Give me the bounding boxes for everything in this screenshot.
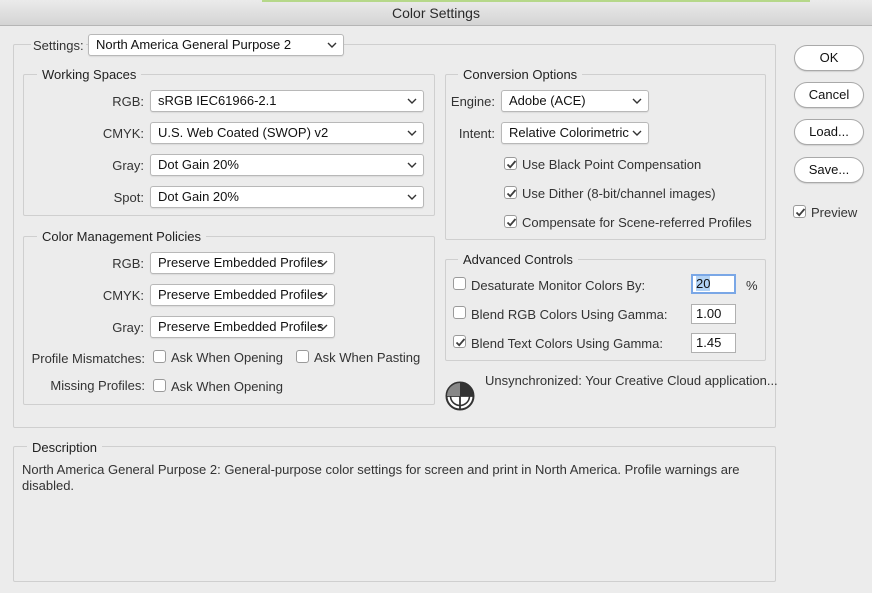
ok-button[interactable]: OK — [794, 45, 864, 71]
cancel-button[interactable]: Cancel — [794, 82, 864, 108]
ws-cmyk-value: U.S. Web Coated (SWOP) v2 — [158, 125, 329, 140]
ws-spot-dropdown[interactable]: Dot Gain 20% — [150, 186, 424, 208]
profile-mismatches-label: Profile Mismatches: — [31, 351, 145, 366]
working-spaces-title: Working Spaces — [37, 67, 142, 82]
ws-gray-value: Dot Gain 20% — [158, 157, 239, 172]
background-window-strip — [262, 0, 810, 2]
policy-cmyk-value: Preserve Embedded Profiles — [158, 287, 324, 302]
dither-checkbox[interactable] — [504, 186, 517, 199]
desaturate-checkbox[interactable] — [453, 277, 466, 290]
checkmark-icon — [506, 218, 517, 227]
blend-text-input[interactable]: 1.45 — [691, 333, 736, 353]
checkmark-icon — [455, 338, 466, 347]
title-bar: Color Settings — [0, 0, 872, 26]
advanced-controls-title: Advanced Controls — [458, 252, 578, 267]
mismatch-ask-pasting-label[interactable]: Ask When Pasting — [314, 350, 420, 365]
chevron-down-icon — [407, 162, 417, 168]
checkmark-icon — [795, 208, 806, 217]
policy-gray-dropdown[interactable]: Preserve Embedded Profiles — [150, 316, 335, 338]
chevron-down-icon — [407, 130, 417, 136]
desaturate-input[interactable]: 20 — [691, 274, 736, 294]
policy-gray-label: Gray: — [112, 320, 144, 335]
black-point-checkbox[interactable] — [504, 157, 517, 170]
blend-text-checkbox[interactable] — [453, 335, 466, 348]
chevron-down-icon — [632, 130, 642, 136]
scene-referred-checkbox[interactable] — [504, 215, 517, 228]
blend-rgb-label[interactable]: Blend RGB Colors Using Gamma: — [471, 307, 668, 322]
engine-value: Adobe (ACE) — [509, 93, 586, 108]
checkmark-icon — [506, 189, 517, 198]
description-title: Description — [27, 440, 103, 455]
blend-rgb-value: 1.00 — [696, 306, 722, 321]
checkmark-icon — [506, 160, 517, 169]
intent-label: Intent: — [458, 126, 495, 141]
window-title: Color Settings — [392, 5, 480, 21]
intent-dropdown[interactable]: Relative Colorimetric — [501, 122, 649, 144]
chevron-down-icon — [327, 42, 337, 48]
ws-spot-label: Spot: — [113, 190, 144, 205]
desaturate-value: 20 — [696, 276, 711, 291]
preview-label[interactable]: Preview — [811, 205, 857, 220]
policy-cmyk-dropdown[interactable]: Preserve Embedded Profiles — [150, 284, 335, 306]
blend-rgb-checkbox[interactable] — [453, 306, 466, 319]
missing-profiles-label: Missing Profiles: — [50, 378, 145, 393]
ws-gray-label: Gray: — [112, 158, 144, 173]
save-button[interactable]: Save... — [794, 157, 864, 183]
blend-text-label[interactable]: Blend Text Colors Using Gamma: — [471, 336, 663, 351]
ws-rgb-value: sRGB IEC61966-2.1 — [158, 93, 277, 108]
blend-text-value: 1.45 — [696, 335, 722, 350]
settings-label: Settings: — [31, 38, 86, 53]
ws-cmyk-label: CMYK: — [102, 126, 144, 141]
chevron-down-icon — [407, 194, 417, 200]
desaturate-label[interactable]: Desaturate Monitor Colors By: — [471, 278, 645, 293]
policy-rgb-value: Preserve Embedded Profiles — [158, 255, 324, 270]
missing-ask-opening-label[interactable]: Ask When Opening — [171, 379, 283, 394]
settings-dropdown[interactable]: North America General Purpose 2 — [88, 34, 344, 56]
chevron-down-icon — [318, 260, 328, 266]
mismatch-ask-opening-label[interactable]: Ask When Opening — [171, 350, 283, 365]
intent-value: Relative Colorimetric — [509, 125, 629, 140]
desaturate-unit: % — [746, 278, 758, 293]
preview-checkbox[interactable] — [793, 205, 806, 218]
sync-status-text: Unsynchronized: Your Creative Cloud appl… — [485, 373, 778, 388]
policy-cmyk-label: CMYK: — [102, 288, 144, 303]
description-text: North America General Purpose 2: General… — [22, 462, 740, 493]
chevron-down-icon — [407, 98, 417, 104]
chevron-down-icon — [318, 292, 328, 298]
engine-label: Engine: — [450, 94, 495, 109]
ws-cmyk-dropdown[interactable]: U.S. Web Coated (SWOP) v2 — [150, 122, 424, 144]
ws-gray-dropdown[interactable]: Dot Gain 20% — [150, 154, 424, 176]
engine-dropdown[interactable]: Adobe (ACE) — [501, 90, 649, 112]
conversion-options-title: Conversion Options — [458, 67, 583, 82]
policy-rgb-label: RGB: — [112, 256, 144, 271]
scene-referred-label[interactable]: Compensate for Scene-referred Profiles — [522, 215, 752, 230]
color-sync-icon — [445, 381, 475, 411]
mismatch-ask-pasting-checkbox[interactable] — [296, 350, 309, 363]
settings-value: North America General Purpose 2 — [96, 37, 292, 52]
policy-gray-value: Preserve Embedded Profiles — [158, 319, 324, 334]
policies-title: Color Management Policies — [37, 229, 206, 244]
ws-rgb-dropdown[interactable]: sRGB IEC61966-2.1 — [150, 90, 424, 112]
dither-label[interactable]: Use Dither (8-bit/channel images) — [522, 186, 716, 201]
black-point-label[interactable]: Use Black Point Compensation — [522, 157, 701, 172]
blend-rgb-input[interactable]: 1.00 — [691, 304, 736, 324]
missing-ask-opening-checkbox[interactable] — [153, 379, 166, 392]
chevron-down-icon — [318, 324, 328, 330]
load-button[interactable]: Load... — [794, 119, 864, 145]
policy-rgb-dropdown[interactable]: Preserve Embedded Profiles — [150, 252, 335, 274]
ws-rgb-label: RGB: — [112, 94, 144, 109]
mismatch-ask-opening-checkbox[interactable] — [153, 350, 166, 363]
ws-spot-value: Dot Gain 20% — [158, 189, 239, 204]
chevron-down-icon — [632, 98, 642, 104]
